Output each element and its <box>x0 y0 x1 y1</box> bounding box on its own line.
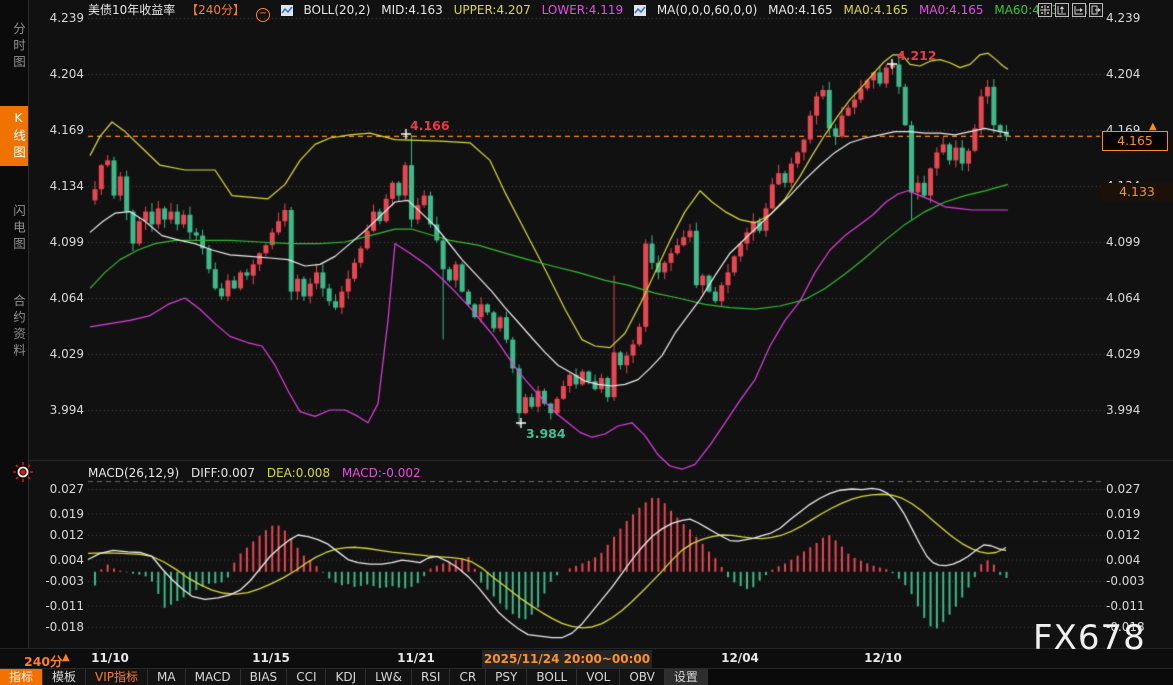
macd-header: MACD(26,12,9) DIFF:0.007 DEA:0.008 MACD:… <box>88 466 429 480</box>
macd-axis-label: 0.012 <box>1106 528 1140 542</box>
boll-indicator-icon <box>281 5 293 16</box>
macd-axis-label: -0.018 <box>30 620 84 634</box>
toolbar-tab-CR[interactable]: CR <box>450 669 486 685</box>
toolbar-tab-RSI[interactable]: RSI <box>412 669 451 685</box>
x-axis-date: 11/21 <box>397 651 435 665</box>
toolbar-tab-VOL[interactable]: VOL <box>577 669 620 685</box>
sidebar-tab-timeline[interactable]: 分时图 <box>0 18 28 76</box>
macd-axis-label: 0.027 <box>1106 482 1140 496</box>
price-axis-label: 4.204 <box>30 67 84 81</box>
boll-upper-value: UPPER:4.207 <box>454 3 531 17</box>
left-sidebar: 分时图 K线图 闪电图 合约资料 <box>0 0 29 648</box>
x-axis-date: 12/10 <box>864 651 902 665</box>
toolbar-tab-设置[interactable]: 设置 <box>665 669 708 685</box>
sidebar-tab-flash[interactable]: 闪电图 <box>0 200 28 258</box>
annotation-3.984: 3.984 <box>526 426 566 441</box>
toolbar-tab-LW&[interactable]: LW& <box>366 669 412 685</box>
annotation-4.212: 4.212 <box>897 48 937 63</box>
macd-axis-label: -0.003 <box>30 574 84 588</box>
sidebar-tab-contract[interactable]: 合约资料 <box>0 290 28 364</box>
x-axis-date: 12/04 <box>721 651 759 665</box>
pop-out-icon[interactable] <box>1089 3 1103 17</box>
sidebar-tab-kline[interactable]: K线图 <box>0 106 28 166</box>
price-up-arrow-icon: ▲ <box>1149 121 1157 132</box>
price-axis-label: 4.239 <box>1106 11 1140 25</box>
price-axis-label: 4.134 <box>30 179 84 193</box>
macd-dea-value: DEA:0.008 <box>267 466 330 480</box>
current-price-box: 4.165 <box>1102 131 1168 151</box>
macd-axis-label: -0.011 <box>30 599 84 613</box>
annotation-4.166: 4.166 <box>410 118 450 133</box>
ma0-magenta-value: MA0:4.165 <box>919 3 984 17</box>
price-axis-label: 4.029 <box>1106 347 1140 361</box>
toolbar-tab-MACD[interactable]: MACD <box>186 669 241 685</box>
price-axis-label: 4.204 <box>1106 67 1140 81</box>
x-axis-strip: 240分 ▲ 2025/11/24 20:00~00:00 — 11/1011/… <box>0 648 1173 669</box>
boll-lower-value: LOWER:4.119 <box>542 3 624 17</box>
macd-axis-label: 0.004 <box>30 553 84 567</box>
toolbar-tab-BOLL[interactable]: BOLL <box>527 669 577 685</box>
price-axis-label: 3.994 <box>30 403 84 417</box>
boll-label: BOLL(20,2) <box>304 3 371 17</box>
macd-diff-value: DIFF:0.007 <box>191 466 255 480</box>
crosshair-icon[interactable] <box>1038 3 1052 17</box>
ma-label: MA(0,0,0,60,0,0) <box>657 3 757 17</box>
indicator-toolbar: 指标模板VIP指标MAMACDBIASCCIKDJLW&RSICRPSYBOLL… <box>0 668 1173 685</box>
collapse-icon[interactable]: − <box>256 8 270 22</box>
toolbar-tab-指标[interactable]: 指标 <box>0 669 43 685</box>
hover-date-range: 2025/11/24 20:00~00:00 — <box>482 650 652 668</box>
toolbar-tab-OBV[interactable]: OBV <box>620 669 665 685</box>
toolbar-tab-PSY[interactable]: PSY <box>486 669 527 685</box>
price-axis-label: 4.029 <box>30 347 84 361</box>
price-axis-label: 4.064 <box>1106 291 1140 305</box>
ma0-white-value: MA0:4.165 <box>768 3 833 17</box>
macd-axis-label: -0.011 <box>1106 599 1145 613</box>
toolbar-tab-模板[interactable]: 模板 <box>43 669 86 685</box>
symbol-title: 美债10年收益率 <box>88 3 175 17</box>
chart-tool-icons <box>1038 3 1103 17</box>
chart-canvas[interactable] <box>0 0 1173 685</box>
toolbar-tab-KDJ[interactable]: KDJ <box>326 669 366 685</box>
macd-axis-label: -0.003 <box>1106 574 1145 588</box>
price-axis-label: 4.239 <box>30 11 84 25</box>
price-axis-label: 4.099 <box>30 235 84 249</box>
trading-app-window: 分时图 K线图 闪电图 合约资料 美债10年收益率 【240分】 − BOLL(… <box>0 0 1173 685</box>
secondary-price-box: 4.133 <box>1101 183 1173 201</box>
indicator-settings-icon[interactable] <box>13 462 33 486</box>
toolbar-tab-VIP指标[interactable]: VIP指标 <box>86 669 148 685</box>
macd-axis-label: 0.027 <box>30 482 84 496</box>
toolbar-tab-MA[interactable]: MA <box>148 669 186 685</box>
price-axis-label: 4.169 <box>30 123 84 137</box>
period-badge[interactable]: 【240分】 <box>186 3 245 17</box>
macd-axis-label: 0.004 <box>1106 553 1140 567</box>
toolbar-tab-BIAS[interactable]: BIAS <box>241 669 288 685</box>
ma-indicator-icon <box>634 5 646 16</box>
indicator-header: 美债10年收益率 【240分】 − BOLL(20,2) MID:4.163 U… <box>88 1 1095 22</box>
boll-mid-value: MID:4.163 <box>381 3 443 17</box>
macd-axis-label: 0.019 <box>30 507 84 521</box>
fx678-watermark: FX678 <box>1033 618 1146 658</box>
zoom-y-axis-icon[interactable] <box>1055 3 1069 17</box>
macd-axis-label: 0.012 <box>30 528 84 542</box>
ma0-yellow-value: MA0:4.165 <box>844 3 909 17</box>
macd-label: MACD(26,12,9) <box>88 466 179 480</box>
macd-macd-value: MACD:-0.002 <box>342 466 421 480</box>
period-arrow-icon[interactable]: ▲ <box>62 652 70 663</box>
price-axis-label: 3.994 <box>1106 403 1140 417</box>
x-axis-date: 11/10 <box>91 651 129 665</box>
toolbar-tab-CCI[interactable]: CCI <box>287 669 326 685</box>
price-axis-label: 4.064 <box>30 291 84 305</box>
macd-axis-label: 0.019 <box>1106 507 1140 521</box>
price-axis-label: 4.099 <box>1106 235 1140 249</box>
zoom-x-axis-icon[interactable] <box>1072 3 1086 17</box>
x-axis-date: 11/15 <box>252 651 290 665</box>
